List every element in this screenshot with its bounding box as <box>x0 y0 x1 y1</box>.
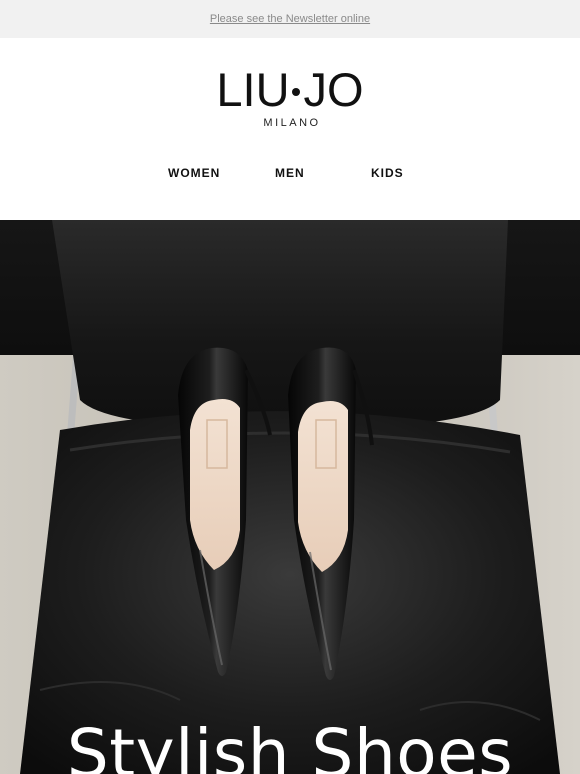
main-nav: WOMEN MEN KIDS <box>0 166 580 186</box>
nav-item-kids[interactable]: KIDS <box>371 166 404 180</box>
nav-item-women[interactable]: WOMEN <box>168 166 220 180</box>
hero-banner[interactable]: Stylish Shoes <box>0 220 580 774</box>
preheader-bar: Please see the Newsletter online <box>0 0 580 38</box>
logo-text-right: JO <box>303 63 364 116</box>
logo-text-left: LIU <box>216 63 290 116</box>
nav-item-men[interactable]: MEN <box>275 166 305 180</box>
email-header: LIU JO MILANO WOMEN MEN KIDS <box>0 38 580 220</box>
view-online-link[interactable]: Please see the Newsletter online <box>210 13 370 25</box>
brand-logo[interactable]: LIU JO MILANO <box>0 66 580 130</box>
logo-wordmark: LIU JO <box>216 66 363 114</box>
logo-dot-icon <box>291 88 300 96</box>
logo-subtitle: MILANO <box>263 117 321 129</box>
hero-image <box>0 220 580 774</box>
hero-title: Stylish Shoes <box>66 715 514 774</box>
